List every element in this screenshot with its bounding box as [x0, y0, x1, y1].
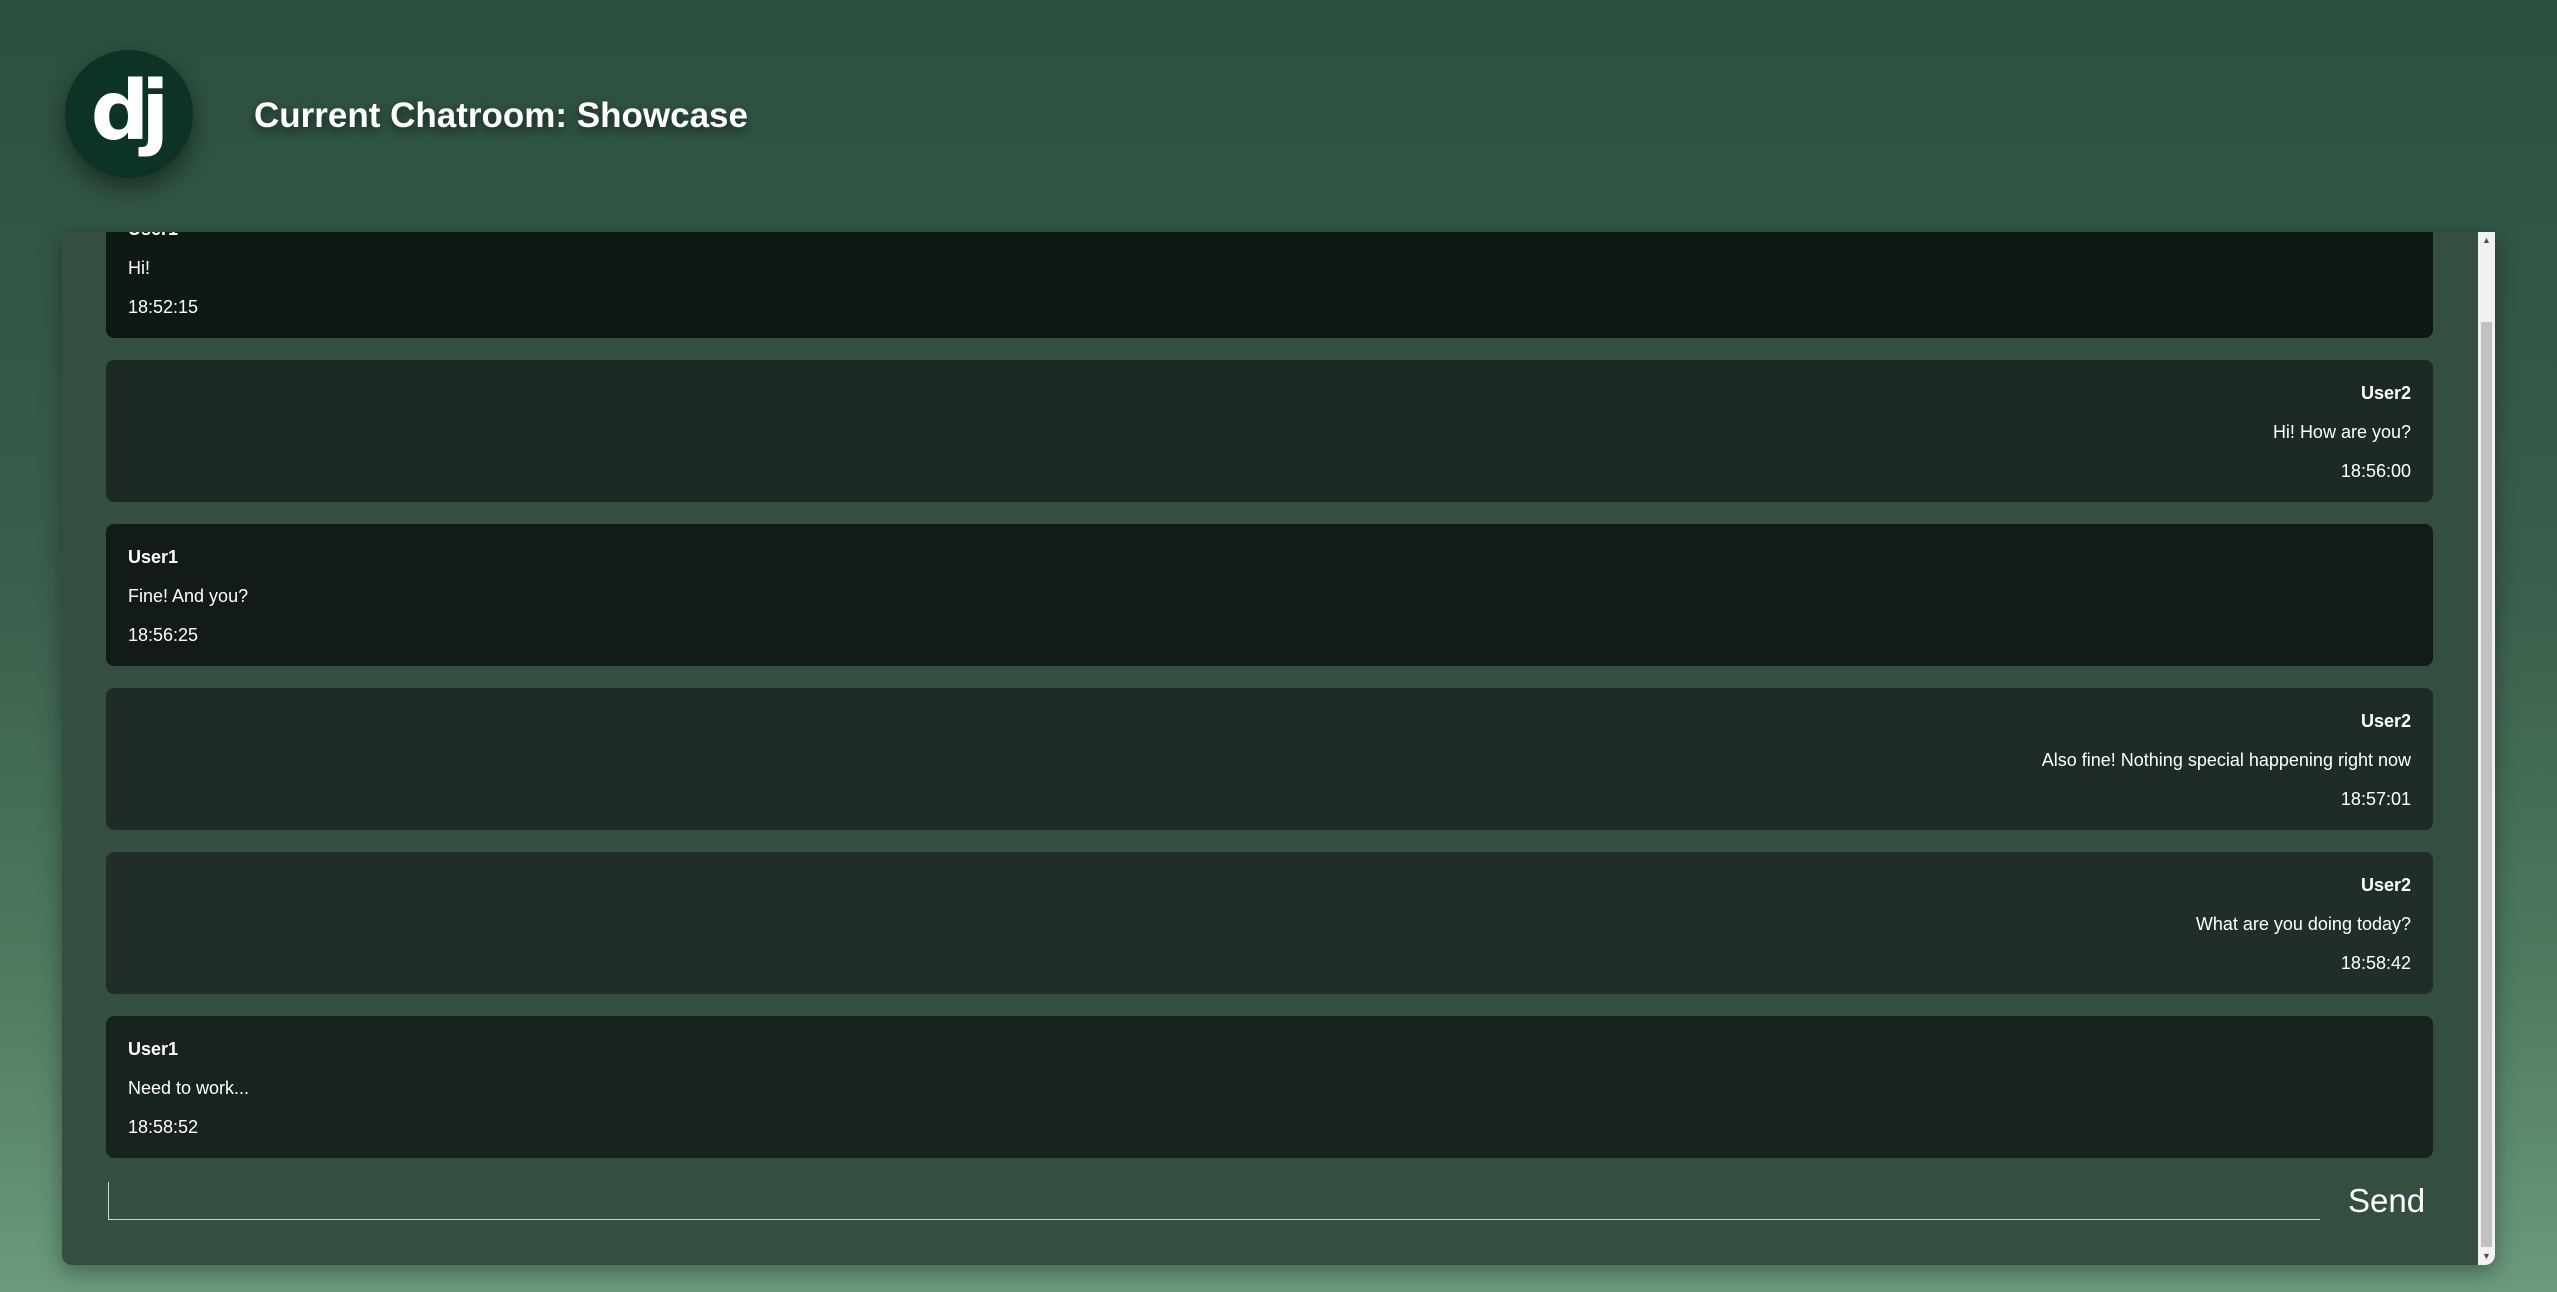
message-list[interactable]: User1 Hi! 18:52:15 User2 Hi! How are you…: [106, 232, 2433, 1160]
message-text: Also fine! Nothing special happening rig…: [2041, 750, 2411, 770]
chat-message: User1 Hi! 18:52:15: [106, 232, 2433, 338]
chat-message: User1 Fine! And you? 18:56:25: [106, 524, 2433, 666]
message-text: Fine! And you?: [128, 586, 249, 606]
message-user: User1: [128, 547, 179, 567]
send-button[interactable]: Send: [2348, 1182, 2425, 1220]
message-time: 18:56:00: [2340, 461, 2411, 481]
django-logo: dj: [65, 50, 193, 178]
chat-panel: User1 Hi! 18:52:15 User2 Hi! How are you…: [62, 232, 2495, 1265]
scroll-down-arrow-icon[interactable]: ▼: [2478, 1248, 2495, 1265]
message-time: 18:57:01: [2340, 789, 2411, 809]
message-text: Hi! How are you?: [2272, 422, 2411, 442]
message-time: 18:52:15: [128, 297, 199, 317]
message-time: 18:56:25: [128, 625, 199, 645]
chat-message: User2 Also fine! Nothing special happeni…: [106, 688, 2433, 830]
page-title: Current Chatroom: Showcase: [254, 96, 748, 135]
logo-text: dj: [90, 63, 170, 159]
message-user: User1: [128, 1039, 179, 1059]
scrollbar[interactable]: ▲ ▼: [2478, 232, 2495, 1265]
message-user: User1: [128, 232, 2411, 240]
scrollbar-thumb[interactable]: [2481, 322, 2492, 1247]
message-user: User2: [2360, 711, 2411, 731]
message-time: 18:58:42: [2340, 953, 2411, 973]
message-text: Hi!: [128, 258, 150, 278]
message-text: What are you doing today?: [2195, 914, 2411, 934]
message-user: User2: [2360, 383, 2411, 403]
chat-message: User1 Need to work... 18:58:52: [106, 1016, 2433, 1158]
message-text: Need to work...: [128, 1078, 250, 1098]
message-time: 18:58:52: [128, 1117, 199, 1137]
message-input[interactable]: [108, 1182, 2320, 1220]
message-composer: Send: [108, 1182, 2495, 1228]
chat-message: User2 Hi! How are you? 18:56:00: [106, 360, 2433, 502]
chat-message: User2 What are you doing today? 18:58:42: [106, 852, 2433, 994]
scroll-up-arrow-icon[interactable]: ▲: [2478, 232, 2495, 249]
message-user: User2: [2360, 875, 2411, 895]
